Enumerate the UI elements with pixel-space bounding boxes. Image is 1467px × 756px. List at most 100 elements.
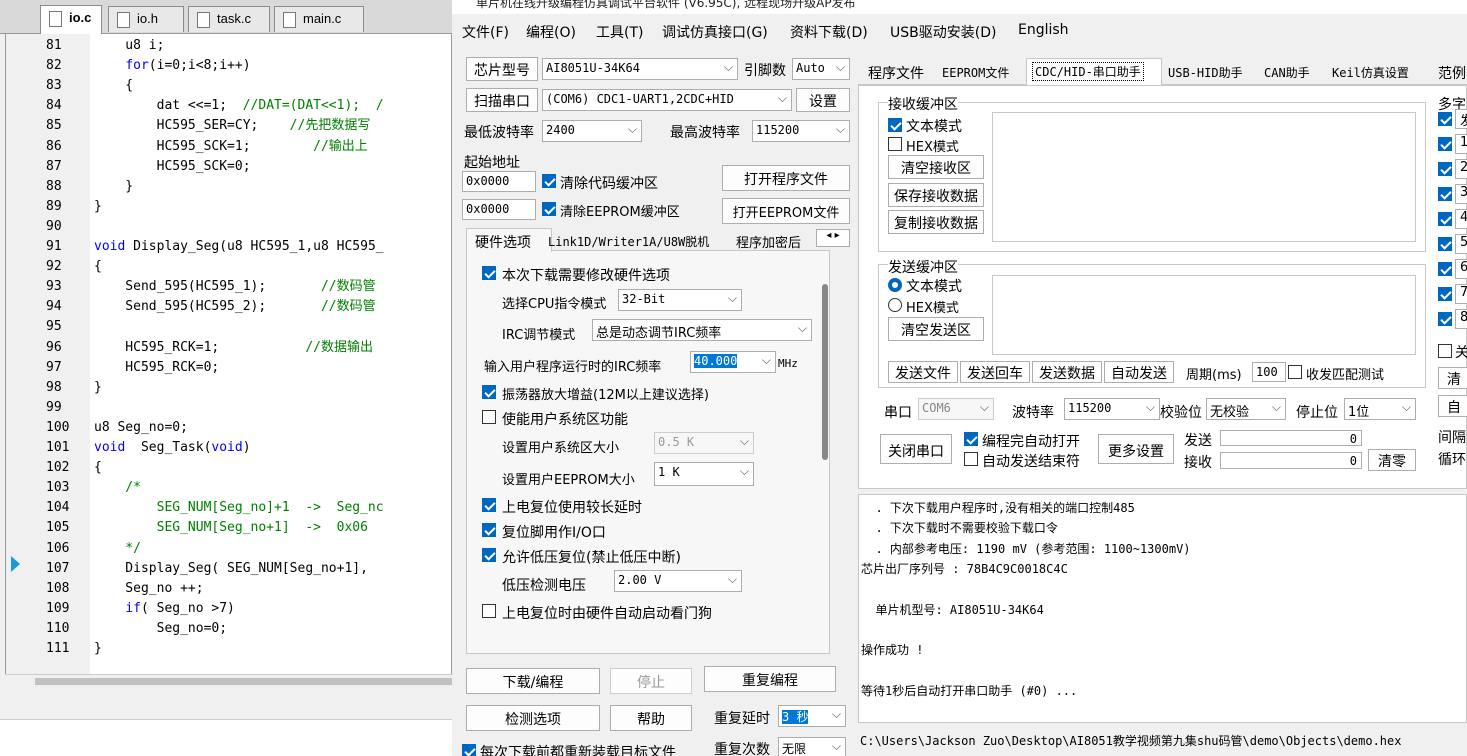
menu-downloads[interactable]: 资料下载(D) — [790, 22, 868, 42]
code-area[interactable]: 81 u8 i; 82 for(i=0;i<8;i++) 83 {84 dat <<… — [5, 34, 452, 680]
min-baud-select[interactable]: 2400 ⌵ — [542, 120, 642, 142]
code-line[interactable]: 110 Seg_no=0; — [6, 619, 451, 639]
open-eeprom-file-button[interactable]: 打开EEPROM文件 — [722, 198, 850, 224]
check-options-button[interactable]: 检测选项 — [466, 705, 600, 731]
code-line[interactable]: 84 dat <<=1; //DAT=(DAT<<1); / — [6, 96, 451, 116]
code-line[interactable]: 83 { — [6, 76, 451, 96]
save-receive-button[interactable]: 保存接收数据 — [888, 183, 984, 207]
tab-can[interactable]: CAN助手 — [1264, 64, 1310, 81]
oscillator-gain-checkbox[interactable] — [482, 385, 496, 399]
auto-send-button[interactable]: 自动发送 — [1104, 361, 1174, 383]
tab-examples[interactable]: 范例 — [1438, 63, 1466, 83]
low-voltage-reset-checkbox[interactable] — [482, 548, 496, 562]
code-line[interactable]: 93 Send_595(HC595_1); //数码管 — [6, 277, 451, 297]
multi-string-send-button[interactable]: 5 — [1455, 234, 1467, 254]
code-line[interactable]: 96 HC595_RCK=1; //数据输出 — [6, 338, 451, 358]
serial-port-select[interactable]: COM6 ⌵ — [918, 398, 994, 420]
code-line[interactable]: 81 u8 i; — [6, 36, 451, 56]
recv-text-mode-checkbox[interactable] — [888, 118, 902, 132]
port-select[interactable]: (COM6) CDC1-UART1,2CDC+HID ⌵ — [542, 89, 792, 111]
code-line[interactable]: 107 Display_Seg( SEG_NUM[Seg_no+1], — [6, 559, 451, 579]
multi-clear-button[interactable]: 清 — [1438, 367, 1467, 389]
receive-textarea[interactable] — [992, 112, 1416, 242]
clear-code-buffer-checkbox[interactable] — [542, 174, 556, 188]
chip-model-select[interactable]: AI8051U-34K64 ⌵ — [542, 58, 738, 80]
tab-hardware-options[interactable]: 硬件选项 — [466, 228, 552, 252]
max-baud-select[interactable]: 115200 ⌵ — [752, 120, 850, 142]
code-line[interactable]: 104 SEG_NUM[Seg_no]+1 -> Seg_nc — [6, 498, 451, 518]
repeat-count-select[interactable]: 无限 ⌵ — [778, 737, 846, 756]
multi-string-send-button[interactable]: 7 — [1455, 284, 1467, 304]
help-button[interactable]: 帮助 — [610, 705, 692, 731]
send-file-button[interactable]: 发送文件 — [888, 361, 958, 383]
code-line[interactable]: 87 HC595_SCK=0; — [6, 157, 451, 177]
options-scrollbar[interactable] — [822, 284, 828, 460]
parity-select[interactable]: 无校验 ⌵ — [1206, 398, 1286, 420]
multi-string-send-button[interactable]: 6 — [1455, 259, 1467, 279]
multi-string-checkbox[interactable] — [1438, 287, 1452, 301]
code-line[interactable]: 90 — [6, 217, 451, 237]
code-line[interactable]: 94 Send_595(HC595_2); //数码管 — [6, 297, 451, 317]
clear-eeprom-buffer-checkbox[interactable] — [542, 202, 556, 216]
multi-string-checkbox[interactable] — [1438, 112, 1452, 126]
multi-string-send-button[interactable]: 8 — [1455, 309, 1467, 329]
multi-string-checkbox[interactable] — [1438, 212, 1452, 226]
multi-string-checkbox[interactable] — [1438, 262, 1452, 276]
horizontal-scrollbar[interactable] — [5, 674, 455, 688]
scan-port-button[interactable]: 扫描串口 — [466, 88, 538, 112]
menu-file[interactable]: 文件(F) — [462, 22, 509, 42]
multi-string-checkbox[interactable] — [1438, 162, 1452, 176]
stop-button[interactable]: 停止 — [610, 668, 692, 694]
code-line[interactable]: 108 Seg_no ++; — [6, 579, 451, 599]
clear-send-button[interactable]: 清空发送区 — [888, 317, 984, 341]
recv-hex-mode-checkbox[interactable] — [888, 137, 902, 151]
multi-string-send-button[interactable]: 1 — [1455, 134, 1467, 154]
clear-count-button[interactable]: 清零 — [1368, 449, 1416, 471]
stop-bits-select[interactable]: 1位 ⌵ — [1344, 398, 1416, 420]
menu-english[interactable]: English — [1018, 22, 1069, 38]
code-line[interactable]: 106 */ — [6, 539, 451, 559]
code-line[interactable]: 92 { — [6, 257, 451, 277]
code-line[interactable]: 85 HC595_SER=CY; //先把数据写 — [6, 116, 451, 136]
chip-model-button[interactable]: 芯片型号 — [466, 57, 538, 81]
long-delay-checkbox[interactable] — [482, 498, 496, 512]
code-line[interactable]: 86 HC595_SCK=1; //输出上 — [6, 137, 451, 157]
code-line[interactable]: 82 for(i=0;i<8;i++) — [6, 56, 451, 76]
repeat-program-button[interactable]: 重复编程 — [704, 666, 836, 692]
multi-string-checkbox[interactable] — [1438, 187, 1452, 201]
reload-file-checkbox[interactable] — [462, 744, 476, 756]
irc-frequency-input[interactable]: 40.000 ⌵ — [690, 351, 776, 373]
send-data-button[interactable]: 发送数据 — [1032, 361, 1102, 383]
multi-close-checkbox[interactable] — [1438, 344, 1452, 358]
code-line[interactable]: 91 void Display_Seg(u8 HC595_1,u8 HC595_ — [6, 237, 451, 257]
eeprom-size-select[interactable]: 1 K ⌵ — [654, 462, 754, 486]
irc-mode-select[interactable]: 总是动态调节IRC频率 ⌵ — [592, 319, 812, 341]
multi-string-send-button[interactable]: 2 — [1455, 159, 1467, 179]
tab-keil-settings[interactable]: Keil仿真设置 — [1332, 64, 1409, 81]
menu-usb-driver[interactable]: USB驱动安装(D) — [890, 22, 996, 42]
code-line[interactable]: 97 HC595_RCK=0; — [6, 358, 451, 378]
send-text-mode-radio[interactable] — [888, 278, 902, 292]
tab-offline-writer[interactable]: Link1D/Writer1A/U8W脱机 — [548, 233, 709, 250]
code-line[interactable]: 98} — [6, 378, 451, 398]
cpu-mode-select[interactable]: 32-Bit ⌵ — [618, 289, 742, 311]
open-program-file-button[interactable]: 打开程序文件 — [722, 165, 850, 191]
auto-open-checkbox[interactable] — [964, 432, 978, 446]
code-line[interactable]: 102 { — [6, 458, 451, 478]
tab-io-h[interactable]: io.h — [108, 6, 184, 32]
modify-hardware-checkbox[interactable] — [482, 266, 496, 280]
multi-string-send-button[interactable]: 发 — [1455, 109, 1467, 129]
system-area-size-select[interactable]: 0.5 K ⌵ — [654, 432, 754, 454]
more-settings-button[interactable]: 更多设置 — [1098, 434, 1174, 464]
code-line[interactable]: 100 u8 Seg_no=0; — [6, 418, 451, 438]
code-line[interactable]: 111} — [6, 639, 451, 659]
menu-program[interactable]: 编程(O) — [526, 22, 576, 42]
tab-task-c[interactable]: task.c — [188, 6, 270, 32]
send-enter-button[interactable]: 发送回车 — [960, 361, 1030, 383]
tab-usb-hid[interactable]: USB-HID助手 — [1168, 64, 1243, 81]
code-line[interactable]: 105 SEG_NUM[Seg_no+1] -> 0x06 — [6, 518, 451, 538]
tab-main-c[interactable]: main.c — [274, 6, 364, 32]
code-line[interactable]: 89} — [6, 197, 451, 217]
code-line[interactable]: 95 — [6, 317, 451, 337]
tab-serial-assistant[interactable]: CDC/HID-串口助手 — [1026, 58, 1162, 85]
